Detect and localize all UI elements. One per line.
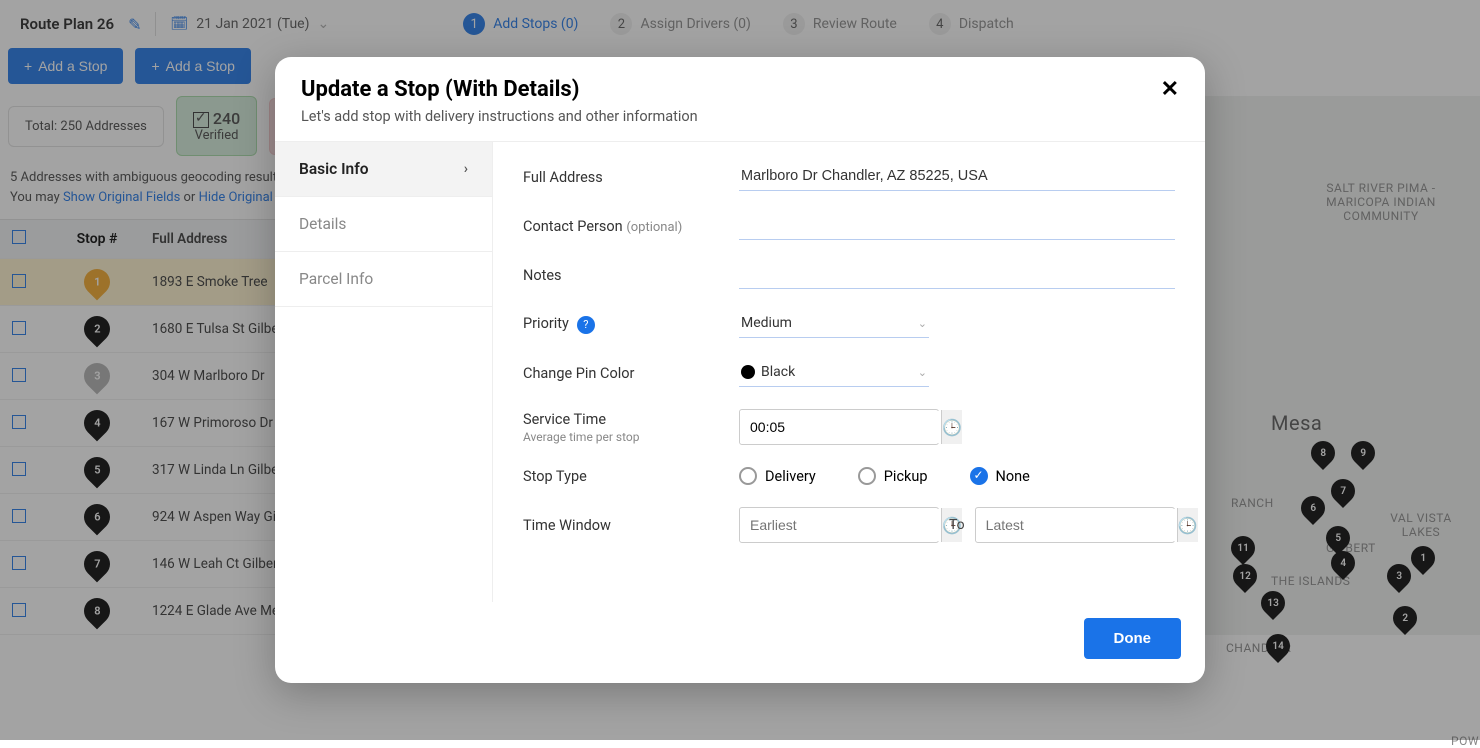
address-input[interactable]: [739, 164, 1175, 191]
clock-icon[interactable]: 🕒: [1177, 508, 1198, 542]
pincolor-select[interactable]: Black⌄: [739, 360, 929, 387]
to-label: To: [949, 517, 965, 533]
notes-input[interactable]: [739, 262, 1175, 289]
priority-label: Priority?: [523, 315, 723, 334]
chevron-right-icon: ›: [464, 161, 468, 177]
notes-label: Notes: [523, 267, 723, 284]
clock-icon[interactable]: 🕒: [941, 410, 962, 444]
update-stop-modal: Update a Stop (With Details) Let's add s…: [275, 57, 1205, 683]
stoptype-none[interactable]: None: [970, 467, 1030, 485]
pincolor-label: Change Pin Color: [523, 365, 723, 382]
done-button[interactable]: Done: [1084, 618, 1182, 659]
servicetime-input[interactable]: [740, 411, 941, 443]
stoptype-delivery[interactable]: Delivery: [739, 467, 816, 485]
color-swatch-icon: [741, 365, 755, 379]
tab-details[interactable]: Details: [275, 197, 492, 252]
contact-input[interactable]: [739, 213, 1175, 240]
tab-basic-info[interactable]: Basic Info›: [275, 142, 492, 197]
priority-select[interactable]: Medium⌄: [739, 311, 929, 338]
servicetime-label: Service TimeAverage time per stop: [523, 411, 723, 444]
earliest-input[interactable]: [740, 509, 941, 541]
stoptype-label: Stop Type: [523, 468, 723, 485]
chevron-down-icon: ⌄: [918, 317, 927, 330]
help-icon[interactable]: ?: [577, 316, 595, 334]
latest-input[interactable]: [976, 509, 1177, 541]
close-icon[interactable]: ✕: [1161, 77, 1179, 102]
modal-overlay: Update a Stop (With Details) Let's add s…: [0, 0, 1480, 740]
stoptype-pickup[interactable]: Pickup: [858, 467, 928, 485]
address-label: Full Address: [523, 169, 723, 186]
modal-title: Update a Stop (With Details): [301, 77, 698, 102]
chevron-down-icon: ⌄: [918, 366, 927, 379]
contact-label: Contact Person (optional): [523, 218, 723, 235]
tab-parcel-info[interactable]: Parcel Info: [275, 252, 492, 307]
timewindow-label: Time Window: [523, 517, 723, 534]
modal-subtitle: Let's add stop with delivery instruction…: [301, 108, 698, 125]
